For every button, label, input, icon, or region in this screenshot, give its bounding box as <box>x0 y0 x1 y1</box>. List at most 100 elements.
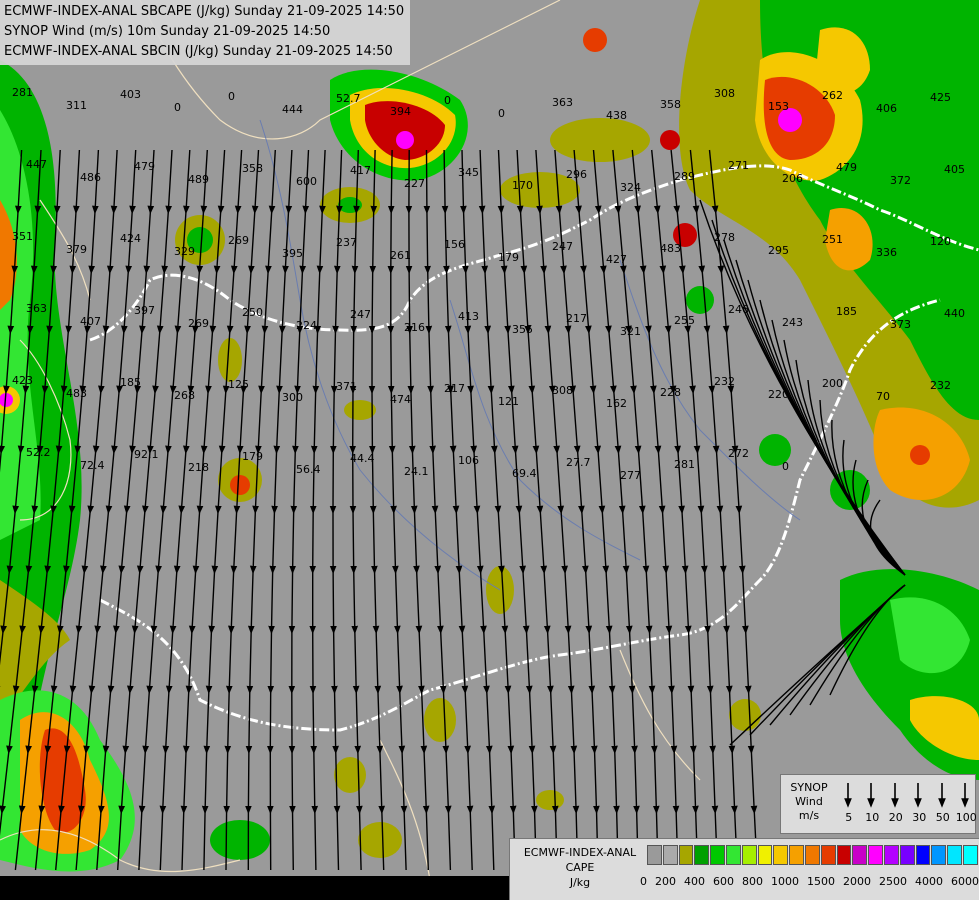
cape-area <box>583 28 607 52</box>
cape-value-label: 246 <box>728 303 749 316</box>
cape-value-label: 372 <box>890 174 911 187</box>
cape-tick-label: 800 <box>742 875 763 888</box>
cape-area <box>396 131 414 149</box>
cape-swatch <box>710 845 725 865</box>
cape-value-label: 179 <box>498 251 519 264</box>
cape-tick-label: 2500 <box>879 875 907 888</box>
cape-value-label: 27.7 <box>566 456 591 469</box>
cape-value-label: 185 <box>120 376 141 389</box>
cape-value-label: 355 <box>512 323 533 336</box>
cape-value-label: 251 <box>822 233 843 246</box>
cape-tick-label: 400 <box>684 875 705 888</box>
cape-value-label: 247 <box>350 308 371 321</box>
cape-value-label: 403 <box>120 88 141 101</box>
cape-tick-label: 6000 <box>951 875 979 888</box>
cape-value-label: 363 <box>26 302 47 315</box>
cape-value-label: 427 <box>606 253 627 266</box>
cape-value-label: 308 <box>714 87 735 100</box>
synop-wind-legend: SYNOP Wind m/s 5 10 20 30 50 100 <box>780 774 977 834</box>
cape-value-label: 52.2 <box>26 446 51 459</box>
cape-value-label: 438 <box>606 109 627 122</box>
cape-value-label: 405 <box>944 163 965 176</box>
cape-value-label: 262 <box>822 89 843 102</box>
cape-value-label: 351 <box>12 230 33 243</box>
cape-value-label: 24.1 <box>404 465 429 478</box>
cape-value-label: 336 <box>876 246 897 259</box>
cape-value-label: 345 <box>458 166 479 179</box>
cape-value-label: 92.1 <box>134 448 159 461</box>
synop-value: 20 <box>888 811 903 824</box>
cape-swatch <box>694 845 710 865</box>
cape-value-label: 395 <box>282 247 303 260</box>
cape-value-label: 281 <box>674 458 695 471</box>
cape-value-label: 52.7 <box>336 92 361 105</box>
cape-legend-ticks: 0 200 400 600 800 1000 1500 2000 2500 4000 6000 <box>640 875 979 888</box>
cape-value-label: 0 <box>444 94 451 107</box>
cape-value-label: 125 <box>228 378 249 391</box>
cape-tick-label: 1500 <box>807 875 835 888</box>
cape-value-label: 243 <box>782 316 803 329</box>
cape-value-label: 440 <box>944 307 965 320</box>
cape-value-label: 247 <box>552 240 573 253</box>
cape-value-label: 228 <box>660 386 681 399</box>
cape-value-label: 424 <box>120 232 141 245</box>
cape-value-label: 232 <box>714 375 735 388</box>
cape-value-label: 425 <box>930 91 951 104</box>
cape-area <box>344 400 376 420</box>
cape-swatch <box>662 845 678 865</box>
cape-swatch <box>789 845 804 865</box>
cape-value-label: 0 <box>174 101 181 114</box>
cape-value-label: 0 <box>498 107 505 120</box>
cape-area <box>210 820 270 860</box>
cape-swatch <box>915 845 931 865</box>
cape-area <box>660 130 680 150</box>
cape-value-label: 281 <box>12 86 33 99</box>
cape-swatch <box>741 845 757 865</box>
cape-value-label: 232 <box>930 379 951 392</box>
cape-value-label: 407 <box>80 315 101 328</box>
cape-value-label: 0 <box>782 460 789 473</box>
cape-area <box>338 197 362 213</box>
cape-value-label: 447 <box>26 158 47 171</box>
cape-value-label: 397 <box>134 304 155 317</box>
title-sbcape: ECMWF-INDEX-ANAL SBCAPE (J/kg) Sunday 21… <box>4 4 405 19</box>
cape-value-label: 483 <box>660 242 681 255</box>
cape-value-label: 237 <box>336 236 357 249</box>
cape-value-label: 179 <box>242 450 263 463</box>
cape-area <box>910 445 930 465</box>
cape-swatch <box>647 845 662 865</box>
cape-value-label: 296 <box>566 168 587 181</box>
cape-tick-label: 0 <box>640 875 647 888</box>
cape-value-label: 268 <box>174 389 195 402</box>
cape-value-label: 216 <box>404 321 425 334</box>
cape-value-label: 70 <box>876 390 890 403</box>
cape-swatch <box>962 845 978 865</box>
cape-value-label: 479 <box>836 161 857 174</box>
synop-value: 10 <box>865 811 880 824</box>
cape-value-label: 272 <box>728 447 749 460</box>
cape-value-label: 289 <box>674 170 695 183</box>
cape-area <box>230 475 250 495</box>
cape-value-label: 379 <box>66 243 87 256</box>
cape-value-label: 255 <box>674 314 695 327</box>
cape-tick-label: 200 <box>655 875 676 888</box>
cape-value-label: 324 <box>620 181 641 194</box>
synop-legend-subtitle: Wind <box>795 795 823 808</box>
cape-swatch <box>883 845 899 865</box>
cape-swatch <box>836 845 852 865</box>
cape-area <box>334 757 366 793</box>
cape-value-label: 300 <box>282 391 303 404</box>
cape-value-label: 250 <box>242 306 263 319</box>
cape-value-label: 483 <box>66 387 87 400</box>
cape-area <box>358 822 402 858</box>
cape-value-label: 371 <box>336 380 357 393</box>
cape-value-label: 106 <box>458 454 479 467</box>
cape-value-label: 0 <box>228 90 235 103</box>
cape-swatch <box>773 845 789 865</box>
cape-value-label: 363 <box>552 96 573 109</box>
cape-value-label: 217 <box>566 312 587 325</box>
cape-value-label: 311 <box>66 99 87 112</box>
cape-value-label: 200 <box>822 377 843 390</box>
cape-value-label: 406 <box>876 102 897 115</box>
cape-color-legend: ECMWF-INDEX-ANAL CAPE J/kg 0 200 400 600 800… <box>509 838 979 900</box>
